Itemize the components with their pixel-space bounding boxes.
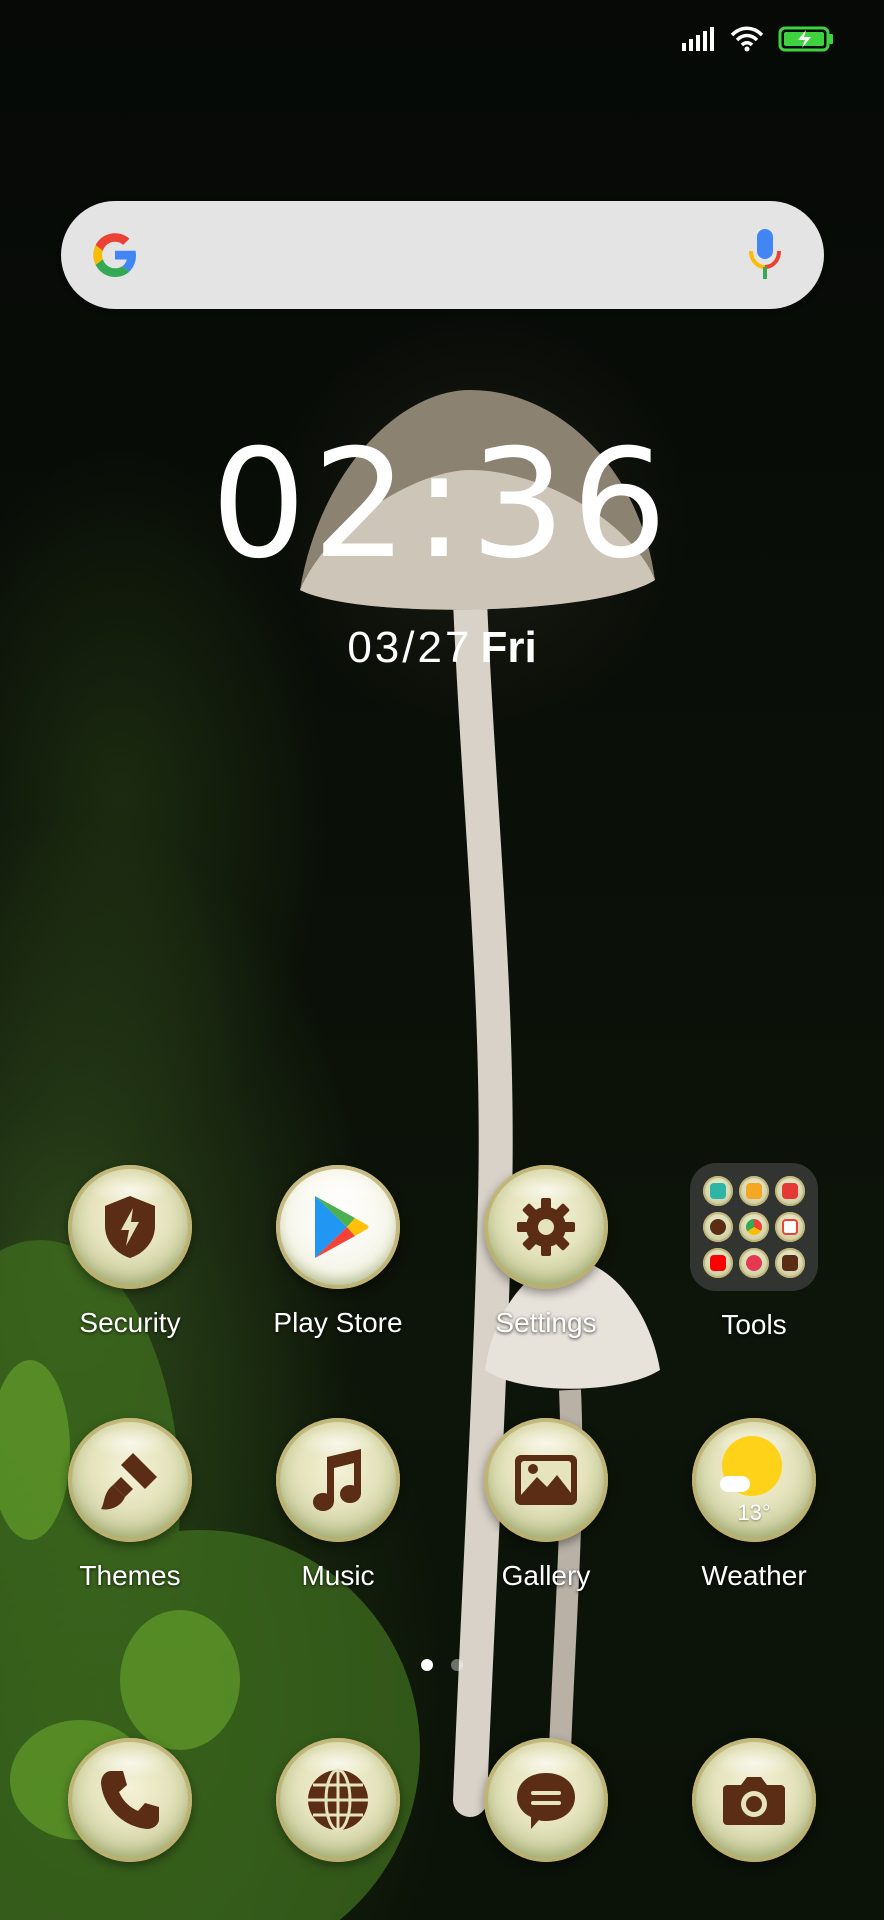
clock-minutes: 36	[470, 418, 674, 592]
clock-separator: :	[413, 418, 471, 592]
globe-icon	[308, 1768, 368, 1832]
app-label: Settings	[495, 1307, 597, 1338]
settings-bubble	[484, 1165, 608, 1289]
chrome-mini-icon	[739, 1212, 769, 1242]
dock-camera[interactable]	[654, 1738, 854, 1862]
paintbrush-icon	[101, 1453, 157, 1510]
page-dot-1[interactable]	[421, 1659, 433, 1671]
heart-mini-icon	[739, 1248, 769, 1278]
play-games-mini-icon	[739, 1176, 769, 1206]
camera-bubble	[692, 1738, 816, 1862]
app-label: Gallery	[501, 1560, 591, 1591]
page-indicator	[0, 1659, 884, 1671]
app-play-store[interactable]: Play Store	[238, 1165, 438, 1339]
dock-phone[interactable]	[30, 1738, 230, 1862]
play-store-icon	[315, 1196, 369, 1258]
youtube-mini-icon	[703, 1248, 733, 1278]
app-label: Weather	[701, 1560, 807, 1591]
wifi-icon	[730, 26, 764, 52]
page-dot-2[interactable]	[451, 1659, 463, 1671]
play-movies-mini-icon	[775, 1176, 805, 1206]
themes-bubble	[68, 1418, 192, 1542]
app-themes[interactable]: Themes	[30, 1418, 230, 1592]
contacts-mini-icon	[703, 1212, 733, 1242]
tools-folder-icon	[690, 1163, 818, 1291]
gear-icon	[517, 1198, 575, 1256]
messages-bubble	[484, 1738, 608, 1862]
music-bubble	[276, 1418, 400, 1542]
date-display[interactable]: 03/27 Fri	[0, 623, 884, 673]
app-gallery[interactable]: Gallery	[446, 1418, 646, 1592]
app-label: Tools	[721, 1309, 787, 1340]
app-label: Play Store	[273, 1307, 403, 1338]
music-note-icon	[313, 1449, 361, 1511]
signal-icon	[682, 27, 714, 51]
app-label: Music	[301, 1560, 375, 1591]
dock-messages[interactable]	[446, 1738, 646, 1862]
cloud-icon	[720, 1476, 750, 1492]
weekday-text: Fri	[480, 623, 537, 672]
app-settings[interactable]: Settings	[446, 1165, 646, 1339]
browser-bubble	[276, 1738, 400, 1862]
camera-icon	[723, 1777, 785, 1825]
security-bubble	[68, 1165, 192, 1289]
message-icon	[517, 1773, 575, 1829]
video-mini-icon	[775, 1248, 805, 1278]
play-store-bubble	[276, 1165, 400, 1289]
app-label: Themes	[79, 1560, 181, 1591]
date-text: 03/27	[347, 623, 473, 672]
clock-hours: 02	[210, 418, 414, 592]
dock-browser[interactable]	[238, 1738, 438, 1862]
battery-charging-icon	[778, 26, 833, 52]
google-search-bar[interactable]	[61, 201, 824, 309]
status-bar	[0, 0, 884, 80]
app-security[interactable]: Security	[30, 1165, 230, 1339]
app-label: Security	[79, 1307, 181, 1338]
google-g-icon	[93, 233, 136, 277]
picture-icon	[515, 1455, 577, 1505]
phone-bubble	[68, 1738, 192, 1862]
weather-temperature: 13°	[737, 1500, 771, 1525]
phone-icon	[101, 1771, 159, 1829]
clock-widget[interactable]: 02:36	[0, 430, 884, 580]
app-music[interactable]: Music	[238, 1418, 438, 1592]
app-weather[interactable]: 13° Weather	[654, 1418, 854, 1592]
gallery-bubble	[484, 1418, 608, 1542]
microphone-icon[interactable]	[748, 229, 782, 281]
shield-bolt-icon	[105, 1196, 155, 1258]
gmail-mini-icon	[775, 1212, 805, 1242]
folder-tools[interactable]: Tools	[654, 1163, 854, 1341]
scanner-mini-icon	[703, 1176, 733, 1206]
weather-bubble: 13°	[692, 1418, 816, 1542]
